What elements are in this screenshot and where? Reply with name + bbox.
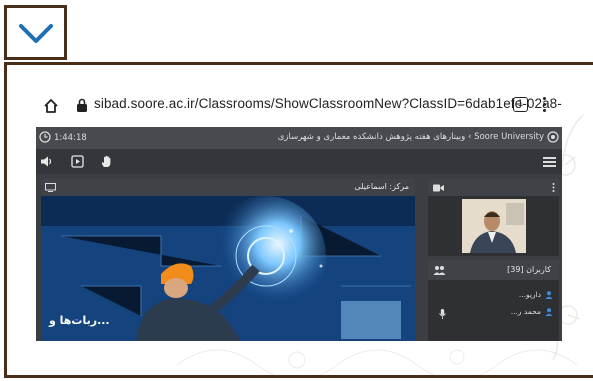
phone-screenshot: sibad.soore.ac.ir/Classrooms/ShowClassro…: [34, 83, 562, 341]
speaker-icon[interactable]: [40, 155, 53, 168]
webcam-video: [462, 199, 526, 253]
slide-artwork-icon: ربات‌ها و...: [41, 196, 415, 341]
user-name: داریو...: [518, 290, 541, 299]
session-title: Soore University › وبینارهای هفته پژوهش …: [277, 132, 544, 142]
presenter-label: مرکز: اسماعیلی: [354, 182, 409, 191]
screen-share-icon[interactable]: [71, 155, 84, 168]
video-camera-icon: [433, 184, 444, 192]
camera-options-icon[interactable]: [552, 183, 555, 192]
app-toolbar: [36, 149, 562, 174]
microphone-icon[interactable]: [439, 309, 446, 319]
chevron-down-icon: [19, 24, 53, 43]
user-list-item[interactable]: محمد ر...: [511, 307, 553, 316]
slide-caption: ربات‌ها و...: [48, 314, 110, 327]
browser-address-bar: sibad.soore.ac.ir/Classrooms/ShowClassro…: [34, 83, 562, 127]
user-name: محمد ر...: [510, 307, 541, 316]
collapse-toggle-button[interactable]: [4, 5, 67, 60]
kebab-menu-icon[interactable]: [543, 97, 547, 113]
users-panel: کاربران [39] داریو... محمد ر...: [428, 260, 559, 341]
monitor-icon: [45, 183, 56, 192]
person-icon: [545, 291, 553, 299]
users-title: کاربران [39]: [507, 265, 551, 274]
camera-header: [428, 179, 559, 196]
tabs-icon[interactable]: 1: [513, 97, 528, 112]
presentation-panel: مرکز: اسماعیلی: [41, 179, 415, 341]
presentation-slide: ربات‌ها و...: [41, 196, 415, 341]
presenter-video-icon: [462, 199, 526, 253]
user-list-item[interactable]: داریو...: [519, 290, 553, 299]
url-text[interactable]: sibad.soore.ac.ir/Classrooms/ShowClassro…: [94, 96, 562, 111]
content-frame: sibad.soore.ac.ir/Classrooms/ShowClassro…: [4, 62, 593, 378]
presentation-header: مرکز: اسماعیلی: [41, 179, 415, 196]
lock-icon[interactable]: [76, 98, 88, 112]
menu-icon[interactable]: [543, 157, 556, 167]
users-icon: [433, 266, 446, 275]
clock-icon: [39, 131, 51, 143]
pattern-decoration-icon: [177, 349, 577, 375]
app-topbar: 1:44:18 Soore University › وبینارهای هفت…: [36, 127, 562, 149]
session-timer: 1:44:18: [54, 133, 87, 143]
camera-panel: [428, 179, 559, 256]
university-logo-icon: [547, 131, 559, 143]
person-icon: [545, 308, 553, 316]
raise-hand-icon[interactable]: [100, 155, 113, 168]
classroom-app: 1:44:18 Soore University › وبینارهای هفت…: [36, 127, 562, 341]
users-header: کاربران [39]: [428, 260, 559, 280]
home-icon[interactable]: [43, 98, 59, 114]
